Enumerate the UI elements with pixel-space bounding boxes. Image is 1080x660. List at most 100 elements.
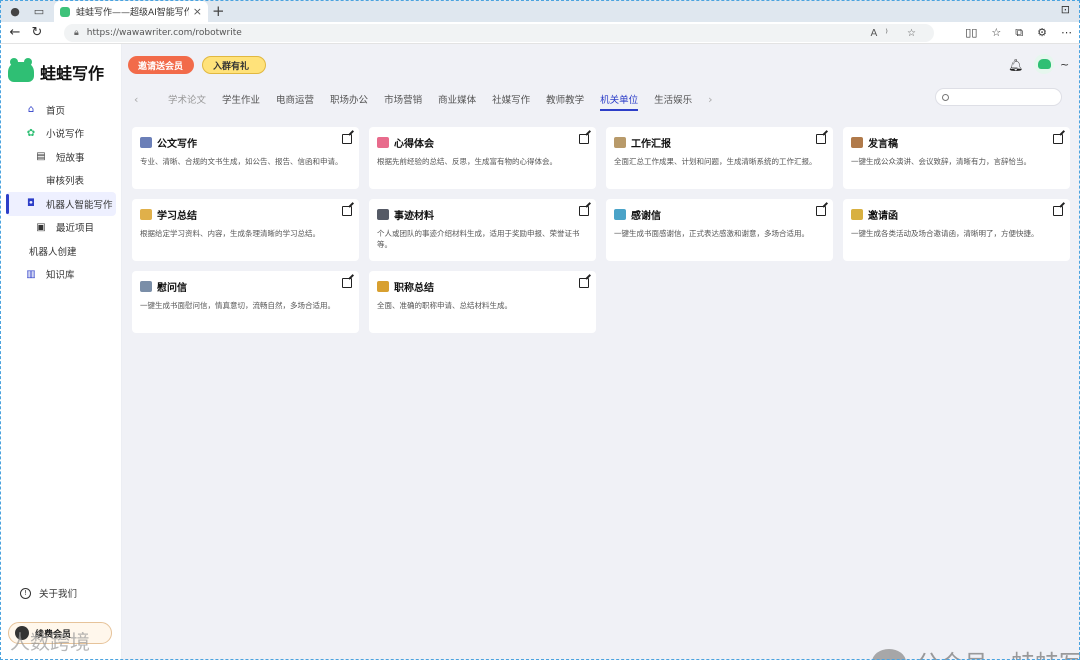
- back-icon[interactable]: ←: [4, 25, 26, 40]
- library-icon: ▥: [26, 268, 36, 280]
- sidebar-item-label: 机器人创建: [29, 246, 77, 258]
- tabs-scroll-right-icon[interactable]: ›: [708, 93, 732, 106]
- template-card[interactable]: 工作汇报 全面汇总工作成果、计划和问题，生成清晰系统的工作汇报。: [606, 127, 833, 189]
- extensions-icon[interactable]: ⚙: [1037, 26, 1047, 40]
- invite-promo-button[interactable]: 邀请送会员: [128, 56, 194, 74]
- join-group-promo-button[interactable]: 入群有礼: [202, 56, 266, 74]
- browser-tab-title: 蛙蛙写作——超级AI智能写作助: [76, 8, 189, 18]
- favorites-icon[interactable]: ☆: [991, 26, 1001, 40]
- template-card[interactable]: 职称总结 全面、准确的职称申请、总结材料生成。: [369, 271, 596, 333]
- user-menu-toggle[interactable]: ~: [1060, 58, 1069, 71]
- about-us-label: 关于我们: [39, 589, 78, 600]
- user-avatar[interactable]: [1034, 54, 1054, 74]
- read-aloud-favorite-icons[interactable]: A⁾ ☆: [871, 28, 924, 39]
- card-header: 学习总结: [140, 207, 351, 222]
- tab-government[interactable]: 机关单位: [600, 92, 639, 111]
- reload-icon[interactable]: ↻: [26, 25, 48, 40]
- tab-student-homework[interactable]: 学生作业: [222, 92, 260, 106]
- edit-icon[interactable]: [342, 134, 352, 144]
- home-icon: ⌂: [27, 104, 35, 116]
- sidebar-item-label: 首页: [46, 105, 66, 117]
- sidebar-item-label: 小说写作: [46, 129, 85, 141]
- template-card[interactable]: 发言稿 一键生成公众演讲、会议致辞，清晰有力，言辞恰当。: [843, 127, 1070, 189]
- card-title: 公文写作: [157, 139, 197, 150]
- sidebar-item-robot-writing[interactable]: ◘ 机器人智能写作: [6, 192, 116, 216]
- card-title: 心得体会: [394, 139, 434, 150]
- sidebar-item-label: 短故事: [56, 152, 85, 164]
- template-card[interactable]: 慰问信 一键生成书面慰问信，情真意切，流畅自然，多场合适用。: [132, 271, 359, 333]
- more-menu-icon[interactable]: ⋯: [1061, 26, 1072, 40]
- sidebar-item-label: 审核列表: [46, 176, 85, 188]
- edit-icon[interactable]: [342, 278, 352, 288]
- card-header: 公文写作: [140, 135, 351, 150]
- sidebar-item-robot-create[interactable]: 机器人创建: [0, 239, 122, 263]
- tab-ecommerce[interactable]: 电商运营: [276, 92, 314, 106]
- bell-icon[interactable]: 🔔︎: [1008, 58, 1023, 72]
- tab-office[interactable]: 职场办公: [330, 92, 368, 106]
- frog-avatar-icon: [1037, 59, 1051, 69]
- tab-business-media[interactable]: 商业媒体: [438, 92, 476, 106]
- edit-icon[interactable]: [579, 278, 589, 288]
- sidebar-item-knowledge-base[interactable]: ▥ 知识库: [0, 263, 122, 287]
- edit-icon[interactable]: [342, 206, 352, 216]
- card-header: 心得体会: [377, 135, 588, 150]
- edit-icon[interactable]: [816, 206, 826, 216]
- window-control-icon[interactable]: ⊡: [1061, 3, 1070, 16]
- notepad-icon: [614, 137, 626, 148]
- template-card[interactable]: 邀请函 一键生成各类活动及场合邀请函，清晰明了，方便快捷。: [843, 199, 1070, 261]
- edit-icon[interactable]: [816, 134, 826, 144]
- card-description: 根据先前经验的总结、反思，生成富有物的心得体会。: [377, 157, 557, 166]
- card-title: 学习总结: [157, 211, 197, 222]
- card-description: 专业、清晰、合规的文书生成，如公告、报告、信函和申请。: [140, 157, 343, 166]
- about-us-link[interactable]: ! 关于我们: [20, 586, 77, 600]
- template-card[interactable]: 感谢信一键生成书面感谢信，正式表达感激和谢意，多场合适用。: [606, 199, 833, 261]
- browser-toolbar: ← ↻ 🔒︎ https://wawawriter.com/robotwrite…: [0, 22, 1080, 44]
- main-content: 邀请送会员 入群有礼 🔔︎ ~ ‹ 学术论文 学生作业 电商运营 职场办公 市场…: [122, 44, 1080, 660]
- template-card[interactable]: 心得体会根据先前经验的总结、反思，生成富有物的心得体会。: [369, 127, 596, 189]
- collections-icon[interactable]: ⧉: [1015, 26, 1023, 40]
- card-title: 感谢信: [631, 211, 661, 222]
- sidebar-item-label: 机器人智能写作: [46, 199, 113, 211]
- tab-actions-icon[interactable]: ▭: [30, 3, 48, 19]
- split-screen-icon[interactable]: ▯▯: [965, 26, 977, 40]
- sidebar-item-review-list[interactable]: 审核列表: [0, 169, 122, 193]
- scroll-icon: [851, 137, 863, 148]
- address-bar[interactable]: 🔒︎ https://wawawriter.com/robotwrite A⁾ …: [64, 24, 934, 42]
- edit-icon[interactable]: [1053, 134, 1063, 144]
- card-description: 个人或团队的事迹介绍材料生成，适用于奖励申报、荣誉证书等。: [377, 229, 580, 249]
- profile-icon[interactable]: ●: [6, 3, 24, 19]
- url-text: https://wawawriter.com/robotwrite: [86, 28, 242, 38]
- card-description: 一键生成书面感谢信，正式表达感激和谢意，多场合适用。: [614, 229, 809, 238]
- brand-logo[interactable]: 蛙蛙写作: [8, 58, 105, 84]
- tab-social-media[interactable]: 社媒写作: [492, 92, 530, 106]
- card-header: 邀请函: [851, 207, 1062, 222]
- template-card[interactable]: 公文写作专业、清晰、合规的文书生成，如公告、报告、信函和申请。: [132, 127, 359, 189]
- search-input[interactable]: [955, 92, 1055, 102]
- frog-logo-icon: [8, 58, 34, 82]
- tab-close-icon[interactable]: ×: [193, 5, 202, 18]
- edit-icon[interactable]: [1053, 206, 1063, 216]
- sidebar-item-novel-writing[interactable]: ✿ 小说写作: [0, 122, 122, 146]
- edit-icon[interactable]: [579, 134, 589, 144]
- edit-icon[interactable]: [579, 206, 589, 216]
- tab-teacher[interactable]: 教师教学: [546, 92, 584, 106]
- medal-icon: [377, 281, 389, 292]
- browser-tools: ▯▯ ☆ ⧉ ⚙ ⋯: [965, 26, 1072, 40]
- browser-tab[interactable]: 蛙蛙写作——超级AI智能写作助 ×: [54, 1, 208, 22]
- open-book-icon: [140, 137, 152, 148]
- template-card[interactable]: 学习总结 根据给定学习资料、内容，生成条理清晰的学习总结。: [132, 199, 359, 261]
- tabs-scroll-left-icon[interactable]: ‹: [134, 93, 158, 106]
- sidebar-item-home[interactable]: ⌂ 首页: [0, 98, 122, 122]
- sidebar-item-recent-projects[interactable]: ▣ 最近项目: [0, 216, 122, 240]
- sidebar-item-label: 知识库: [46, 270, 75, 282]
- sidebar-item-short-story[interactable]: ▤ 短故事: [0, 145, 122, 169]
- template-card[interactable]: 事迹材料 个人或团队的事迹介绍材料生成，适用于奖励申报、荣誉证书等。: [369, 199, 596, 261]
- tab-lifestyle[interactable]: 生活娱乐: [654, 92, 692, 106]
- new-tab-button[interactable]: +: [212, 2, 225, 20]
- tab-academic-paper[interactable]: 学术论文: [168, 92, 206, 106]
- brand-name: 蛙蛙写作: [40, 64, 105, 83]
- card-description: 一键生成公众演讲、会议致辞，清晰有力，言辞恰当。: [851, 157, 1031, 166]
- robot-icon: ◘: [27, 198, 35, 210]
- tab-marketing[interactable]: 市场营销: [384, 92, 422, 106]
- card-title: 职称总结: [394, 283, 434, 294]
